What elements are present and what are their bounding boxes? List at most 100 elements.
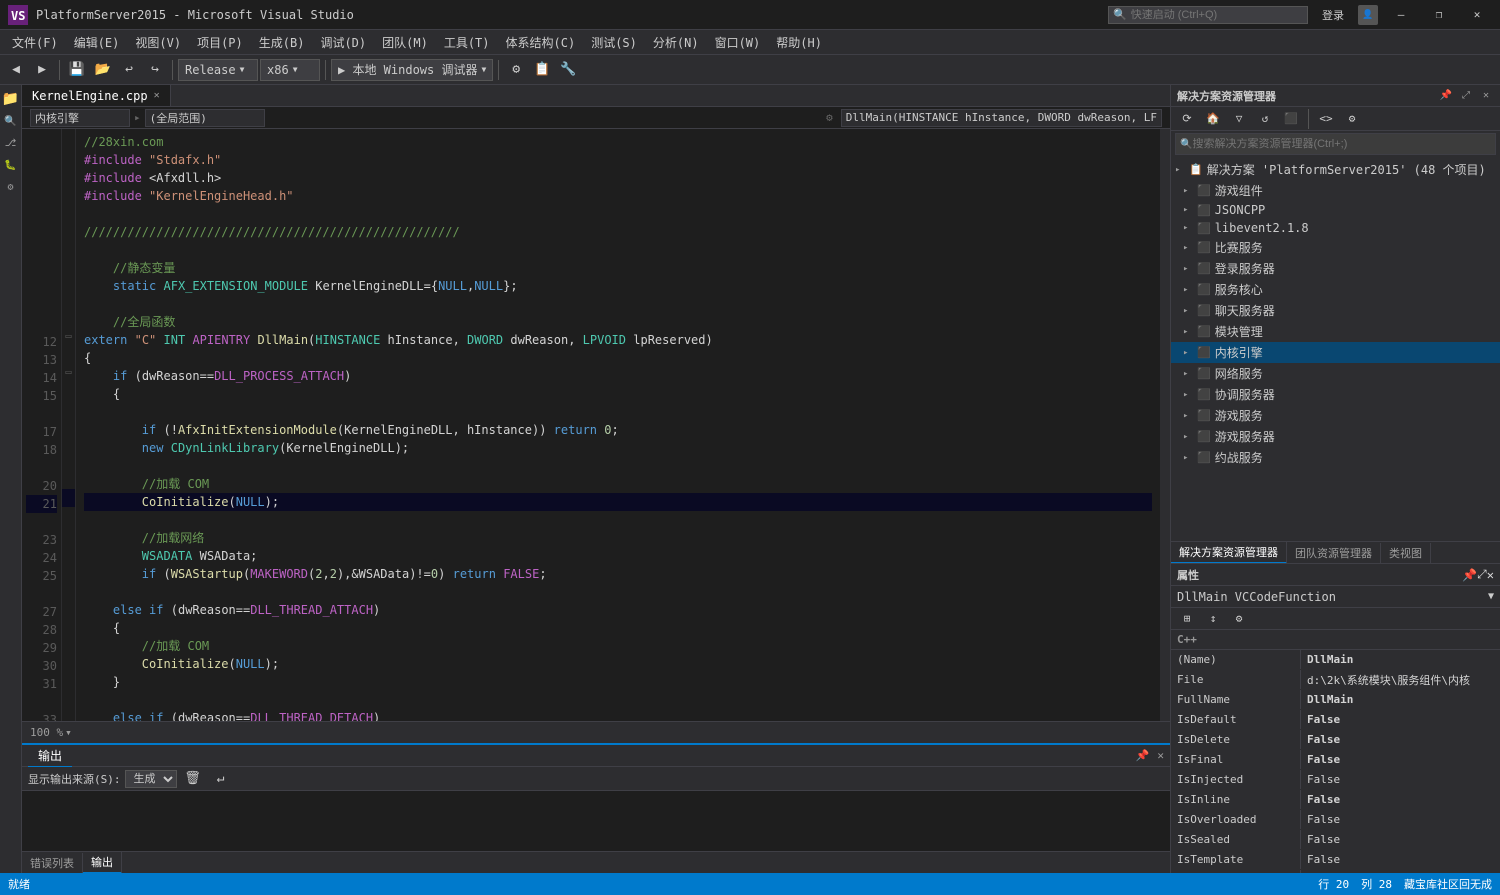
scope-dropdown[interactable]: 内核引擎	[30, 109, 130, 127]
project-gameservice[interactable]: ▸ ⬛ 游戏服务	[1171, 405, 1500, 426]
tab-team-explorer[interactable]: 团队资源管理器	[1287, 543, 1381, 563]
tab-error-list[interactable]: 错误列表	[22, 853, 83, 873]
bottom-panel-pin[interactable]: 📌	[1136, 749, 1150, 762]
prop-row-fullname[interactable]: FullName DllMain	[1171, 690, 1500, 710]
menu-view[interactable]: 视图(V)	[127, 31, 189, 54]
prop-row-file[interactable]: File d:\2k\系统模块\服务组件\内核	[1171, 670, 1500, 690]
se-tool-code[interactable]: <>	[1314, 107, 1338, 131]
quick-launch-input[interactable]	[1131, 9, 1303, 21]
project-gameserver[interactable]: ▸ ⬛ 游戏服务器	[1171, 426, 1500, 447]
toolbar-extra3[interactable]: 🔧	[556, 58, 580, 82]
project-libevent[interactable]: ▸ ⬛ libevent2.1.8	[1171, 219, 1500, 237]
tab-class-view[interactable]: 类视图	[1381, 543, 1431, 563]
project-coordinator[interactable]: ▸ ⬛ 协调服务器	[1171, 384, 1500, 405]
toolbar-undo[interactable]: ↩	[117, 58, 141, 82]
activity-debug[interactable]: 🐛	[1, 155, 21, 175]
tab-close-icon[interactable]: ✕	[154, 90, 160, 101]
prop-row-isfinal[interactable]: IsFinal False	[1171, 750, 1500, 770]
function-dropdown[interactable]: DllMain(HINSTANCE hInstance, DWORD dwRea…	[841, 109, 1162, 127]
se-tool-settings[interactable]: ⚙	[1340, 107, 1364, 131]
prop-row-isdefault[interactable]: IsDefault False	[1171, 710, 1500, 730]
editor-scrollbar[interactable]	[1160, 129, 1170, 721]
editor-tab-kernelengine[interactable]: KernelEngine.cpp ✕	[22, 85, 171, 107]
prop-row-isdelete[interactable]: IsDelete False	[1171, 730, 1500, 750]
prop-row-isinjected[interactable]: IsInjected False	[1171, 770, 1500, 790]
close-btn[interactable]: ✕	[1462, 0, 1492, 30]
project-chat[interactable]: ▸ ⬛ 聊天服务器	[1171, 300, 1500, 321]
activity-explorer[interactable]: 📁	[1, 89, 21, 109]
activity-search[interactable]: 🔍	[1, 111, 21, 131]
quick-launch-bar[interactable]: 🔍	[1108, 6, 1308, 24]
bottom-panel-close[interactable]: ✕	[1157, 749, 1164, 762]
output-tab[interactable]: 输出	[28, 745, 72, 767]
menu-team[interactable]: 团队(M)	[374, 31, 436, 54]
toolbar-redo[interactable]: ↪	[143, 58, 167, 82]
context-dropdown[interactable]: (全局范围)	[145, 109, 265, 127]
menu-test[interactable]: 测试(S)	[583, 31, 645, 54]
menu-tools[interactable]: 工具(T)	[436, 31, 498, 54]
minimize-btn[interactable]: —	[1386, 0, 1416, 30]
project-module[interactable]: ▸ ⬛ 模块管理	[1171, 321, 1500, 342]
project-kernel[interactable]: ▸ ⬛ 内核引擎	[1171, 342, 1500, 363]
menu-debug[interactable]: 调试(D)	[312, 31, 374, 54]
prop-tool-sort[interactable]: ↕	[1201, 607, 1225, 631]
toolbar-extra2[interactable]: 📋	[530, 58, 554, 82]
menu-help[interactable]: 帮助(H)	[768, 31, 830, 54]
zoom-level[interactable]: 100 %	[30, 726, 63, 739]
prop-close-btn[interactable]: ✕	[1487, 568, 1494, 582]
code-editor[interactable]: //28xin.com #include "Stdafx.h" #include…	[76, 129, 1160, 721]
project-network[interactable]: ▸ ⬛ 网络服务	[1171, 363, 1500, 384]
tab-output[interactable]: 输出	[83, 852, 122, 874]
menu-file[interactable]: 文件(F)	[4, 31, 66, 54]
configuration-dropdown[interactable]: Release ▼	[178, 59, 258, 81]
prop-tool-grid[interactable]: ⊞	[1175, 607, 1199, 631]
menu-project[interactable]: 项目(P)	[189, 31, 251, 54]
project-jsoncpp[interactable]: ▸ ⬛ JSONCPP	[1171, 201, 1500, 219]
toolbar-back[interactable]: ◀	[4, 58, 28, 82]
output-source-select[interactable]: 生成	[125, 770, 177, 788]
prop-row-typestring[interactable]: TypeString INT	[1171, 870, 1500, 873]
tab-solution-explorer[interactable]: 解决方案资源管理器	[1171, 542, 1287, 564]
prop-dropdown-icon[interactable]: ▼	[1488, 591, 1494, 602]
prop-row-name[interactable]: (Name) DllMain	[1171, 650, 1500, 670]
prop-tool-filter[interactable]: ⚙	[1227, 607, 1251, 631]
menu-build[interactable]: 生成(B)	[251, 31, 313, 54]
toolbar-extra1[interactable]: ⚙	[504, 58, 528, 82]
se-search-bar[interactable]: 🔍	[1175, 133, 1496, 155]
output-clear[interactable]: 🗑	[181, 767, 205, 791]
start-button[interactable]: ▶ 本地 Windows 调试器 ▼	[331, 59, 493, 81]
menu-edit[interactable]: 编辑(E)	[66, 31, 128, 54]
se-search-input[interactable]	[1192, 138, 1491, 150]
menu-window[interactable]: 窗口(W)	[707, 31, 769, 54]
toolbar-open[interactable]: 📂	[91, 58, 115, 82]
se-tool-home[interactable]: 🏠	[1201, 107, 1225, 131]
activity-git[interactable]: ⎇	[1, 133, 21, 153]
output-wrap[interactable]: ↵	[209, 767, 233, 791]
se-close-btn[interactable]: ✕	[1478, 88, 1494, 104]
se-expand-btn[interactable]: ⤢	[1458, 88, 1474, 104]
zoom-dropdown-icon[interactable]: ▾	[65, 726, 72, 739]
menu-analyze[interactable]: 分析(N)	[645, 31, 707, 54]
project-gamecomponent[interactable]: ▸ ⬛ 游戏组件	[1171, 180, 1500, 201]
toolbar-save[interactable]: 💾	[65, 58, 89, 82]
platform-dropdown[interactable]: x86 ▼	[260, 59, 320, 81]
prop-row-isinline[interactable]: IsInline False	[1171, 790, 1500, 810]
project-match[interactable]: ▸ ⬛ 比赛服务	[1171, 237, 1500, 258]
project-login[interactable]: ▸ ⬛ 登录服务器	[1171, 258, 1500, 279]
restore-btn[interactable]: ❐	[1424, 0, 1454, 30]
prop-pin-btn[interactable]: 📌	[1462, 568, 1477, 582]
login-btn[interactable]: 登录	[1316, 7, 1350, 23]
prop-row-istemplate[interactable]: IsTemplate False	[1171, 850, 1500, 870]
toolbar-forward[interactable]: ▶	[30, 58, 54, 82]
editor-content[interactable]: ▸ 12 13 14 15 17 18	[22, 129, 1170, 721]
se-tool-collapseall[interactable]: ⬛	[1279, 107, 1303, 131]
project-servicecore[interactable]: ▸ ⬛ 服务核心	[1171, 279, 1500, 300]
solution-root[interactable]: ▸ 📋 解决方案 'PlatformServer2015' (48 个项目)	[1171, 159, 1500, 180]
user-icon[interactable]: 👤	[1358, 5, 1378, 25]
prop-row-isoverloaded[interactable]: IsOverloaded False	[1171, 810, 1500, 830]
se-pin-btn[interactable]: 📌	[1438, 88, 1454, 104]
prop-expand-btn[interactable]: ⤢	[1477, 567, 1487, 582]
se-tool-sync[interactable]: ⟳	[1175, 107, 1199, 131]
activity-settings[interactable]: ⚙	[1, 177, 21, 197]
se-tool-filter[interactable]: ▽	[1227, 107, 1251, 131]
